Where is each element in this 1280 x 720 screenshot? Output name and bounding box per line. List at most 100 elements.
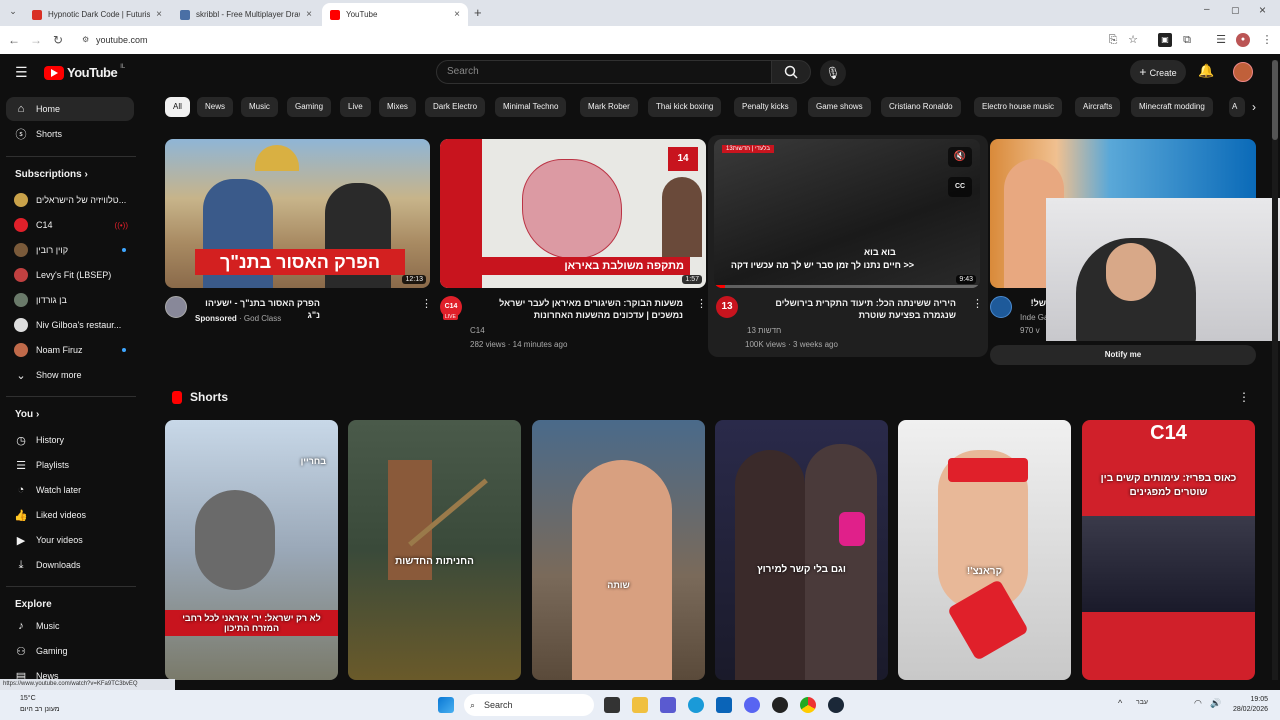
discord-icon[interactable] xyxy=(744,697,760,713)
mute-button[interactable]: 🔇 xyxy=(948,147,972,167)
profile-avatar-icon[interactable]: ● xyxy=(1236,33,1250,47)
video-menu-icon[interactable]: ⋮ xyxy=(421,297,432,310)
chip[interactable]: Gaming xyxy=(287,97,332,117)
tab-search-button[interactable]: ⌄ xyxy=(6,6,20,20)
edge-browser-icon[interactable] xyxy=(688,697,704,713)
subscription-item[interactable]: Niv Gilboa's restaur... xyxy=(6,313,134,337)
back-arrow-icon[interactable]: ← xyxy=(6,32,22,48)
shorts-menu-icon[interactable]: ⋮ xyxy=(1238,390,1250,404)
video-title[interactable]: היריה ששינתה הכל: תיעוד התקרית בירושלים … xyxy=(744,297,956,321)
sidebar-item-gaming[interactable]: ⚇ Gaming xyxy=(6,639,134,663)
new-tab-button[interactable]: + xyxy=(474,5,482,20)
voice-search-mic-icon[interactable]: 🎙 xyxy=(820,60,846,86)
sidebar-item-shorts[interactable]: ⓢ Shorts xyxy=(6,122,134,146)
chip[interactable]: Game shows xyxy=(808,97,871,117)
chrome-icon[interactable] xyxy=(800,697,816,713)
video-thumbnail[interactable]: 14 מתקפה משולבת באיראן 1:57 xyxy=(440,139,706,288)
short-thumbnail[interactable]: C14 כאוס בפריז: עימותים קשים בין שוטרים … xyxy=(1082,420,1255,680)
video-thumbnail-preview[interactable]: בלעדי | חדשות13 🔇 CC בוא בוא << חיים נתנ… xyxy=(714,139,980,288)
show-more-button[interactable]: ⌄ Show more xyxy=(6,363,134,387)
video-title[interactable]: של! xyxy=(1018,297,1046,309)
sidebar-item-history[interactable]: ◷ History xyxy=(6,428,134,452)
subscription-item[interactable]: בן גורדון xyxy=(6,288,134,312)
search-input[interactable]: Search xyxy=(436,60,772,84)
chip[interactable]: Cristiano Ronaldo xyxy=(881,97,961,117)
site-info-icon[interactable]: ⚙ xyxy=(82,29,89,51)
sidebar-item-music[interactable]: ♪ Music xyxy=(6,614,134,638)
page-scrollbar[interactable] xyxy=(1272,60,1278,680)
channel-name[interactable]: C14 xyxy=(470,326,485,335)
subscription-item[interactable]: Noam Firuz xyxy=(6,338,134,362)
channel-avatar[interactable] xyxy=(165,296,187,318)
sidebar-item-home[interactable]: ⌂ Home xyxy=(6,97,134,121)
teams-icon[interactable] xyxy=(660,697,676,713)
search-button[interactable] xyxy=(771,60,811,84)
browser-tab-active[interactable]: YouTube × xyxy=(322,3,468,26)
create-button[interactable]: + Create xyxy=(1130,60,1186,84)
chip[interactable]: Electro house music xyxy=(974,97,1063,117)
notify-me-button[interactable]: Notify me xyxy=(990,345,1256,365)
channel-name[interactable]: God Class xyxy=(244,314,281,323)
short-thumbnail[interactable]: וגם בלי קשר למירוץ xyxy=(715,420,888,680)
account-avatar[interactable] xyxy=(1233,62,1253,82)
subscription-item[interactable]: Levy's Fit (LBSEP) xyxy=(6,263,134,287)
extension-icon[interactable]: ▣ xyxy=(1158,33,1172,47)
tab-close-icon[interactable]: × xyxy=(306,9,312,20)
sidebar-item-your-videos[interactable]: ▶ Your videos xyxy=(6,528,134,552)
video-title[interactable]: משעות הבוקר: השיגורים מאיראן לעבר ישראל … xyxy=(468,297,683,321)
notifications-bell-icon[interactable]: 🔔 xyxy=(1198,63,1214,79)
browser-tab[interactable]: Hypnotic Dark Code | Futuristi × xyxy=(24,3,170,26)
maximize-button[interactable]: ▢ xyxy=(1231,5,1240,16)
github-icon[interactable] xyxy=(772,697,788,713)
chip[interactable]: Minecraft modding xyxy=(1131,97,1213,117)
channel-avatar[interactable] xyxy=(990,296,1012,318)
subscriptions-heading[interactable]: Subscriptions › xyxy=(15,169,88,180)
outlook-icon[interactable] xyxy=(716,697,732,713)
video-menu-icon[interactable]: ⋮ xyxy=(972,297,983,310)
chip[interactable]: Minimal Techno xyxy=(495,97,567,117)
install-app-icon[interactable]: ⎘ xyxy=(1106,33,1120,47)
tab-close-icon[interactable]: × xyxy=(156,9,162,20)
reload-icon[interactable]: ↻ xyxy=(50,32,66,48)
minimize-button[interactable]: – xyxy=(1204,4,1210,15)
reading-list-icon[interactable]: ☰ xyxy=(1214,33,1228,47)
short-thumbnail[interactable]: בחריין לא רק ישראל: ירי איראני לכל רחבי … xyxy=(165,420,338,680)
language-indicator[interactable]: עבר xyxy=(1136,699,1148,706)
bookmark-star-icon[interactable]: ☆ xyxy=(1126,33,1140,47)
folder-icon[interactable] xyxy=(632,697,648,713)
chip[interactable]: Music xyxy=(241,97,278,117)
close-window-button[interactable]: × xyxy=(1259,3,1266,17)
volume-icon[interactable]: 🔊 xyxy=(1210,698,1221,709)
chip[interactable]: A xyxy=(1229,97,1245,117)
sidebar-item-liked-videos[interactable]: 👍 Liked videos xyxy=(6,503,134,527)
browser-tab[interactable]: skribbl - Free Multiplayer Drawi × xyxy=(172,3,320,26)
subscription-item[interactable]: קוין רובין xyxy=(6,238,134,262)
tray-chevron-icon[interactable]: ^ xyxy=(1118,698,1122,708)
sidebar-item-downloads[interactable]: ⤓ Downloads xyxy=(6,553,134,577)
taskbar-search[interactable]: ⌕ Search xyxy=(464,694,594,716)
chip[interactable]: News xyxy=(197,97,234,117)
extensions-puzzle-icon[interactable]: ⧉ xyxy=(1180,33,1194,47)
steam-icon[interactable] xyxy=(828,697,844,713)
you-heading[interactable]: You › xyxy=(15,409,39,420)
channel-name[interactable]: Inde Ga xyxy=(1020,313,1048,322)
windows-start-icon[interactable] xyxy=(438,697,454,713)
clock[interactable]: 19:05 28/02/2026 xyxy=(1224,695,1268,715)
chip[interactable]: Dark Electro xyxy=(425,97,486,117)
subscription-item[interactable]: C14 ((•)) xyxy=(6,213,134,237)
address-bar[interactable]: ⚙ youtube.com xyxy=(76,29,1096,51)
chip[interactable]: Mixes xyxy=(379,97,416,117)
video-thumbnail[interactable]: הפרק האסור בתנ"ך 12:13 xyxy=(165,139,430,288)
chip[interactable]: Live xyxy=(340,97,371,117)
hamburger-menu-icon[interactable]: ☰ xyxy=(15,64,28,81)
forward-arrow-icon[interactable]: → xyxy=(28,32,44,48)
tab-close-icon[interactable]: × xyxy=(454,9,460,20)
video-menu-icon[interactable]: ⋮ xyxy=(696,297,707,310)
youtube-logo[interactable]: YouTube IL xyxy=(44,64,125,80)
chip[interactable]: Penalty kicks xyxy=(734,97,797,117)
chip[interactable]: Aircrafts xyxy=(1075,97,1121,117)
closed-captions-button[interactable]: CC xyxy=(948,177,972,197)
file-explorer-icon[interactable] xyxy=(604,697,620,713)
chip-all[interactable]: All xyxy=(165,97,190,117)
progress-bar[interactable] xyxy=(714,285,980,288)
